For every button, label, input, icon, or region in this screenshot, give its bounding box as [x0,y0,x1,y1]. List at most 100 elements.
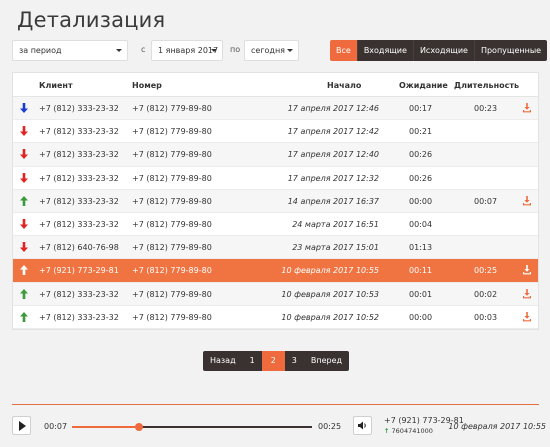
cell-start: 10 февраля 2017 10:53 [281,289,379,299]
download-icon[interactable] [522,102,532,113]
cell-number: +7 (812) 779-89-80 [132,150,212,160]
filter-tab[interactable]: Входящие [357,40,414,61]
table-header: Клиент Номер Начало Ожидание Длительност… [13,73,538,97]
chevron-down-icon [211,49,217,52]
filter-tab[interactable]: Все [330,40,358,61]
pagination-next-button[interactable]: Вперед [303,351,350,371]
cell-start: 17 апреля 2017 12:40 [287,150,379,160]
cell-client: +7 (812) 333-23-32 [39,173,119,183]
cell-number: +7 (812) 779-89-80 [132,289,212,299]
from-date-select[interactable]: 1 января 2017 [151,40,223,61]
cell-wait: 00:04 [409,219,433,229]
table-row[interactable]: +7 (812) 333-23-32 +7 (812) 779-89-80 17 а… [13,97,538,121]
download-icon[interactable] [522,195,532,206]
cell-number: +7 (812) 779-89-80 [132,104,212,113]
cell-client: +7 (812) 333-23-32 [39,289,119,299]
cell-wait: 00:11 [409,266,433,276]
player-divider [12,404,539,405]
cell-number: +7 (812) 779-89-80 [132,312,212,322]
cell-wait: 00:26 [409,150,433,160]
cell-start: 14 апреля 2017 16:37 [287,196,379,206]
pagination-prev-button[interactable]: Назад [203,351,243,371]
volume-button[interactable] [353,416,372,435]
from-date-value: 1 января 2017 [158,46,219,55]
cell-client: +7 (812) 333-23-32 [39,219,119,229]
download-icon[interactable] [522,264,532,275]
to-date-value: сегодня [251,46,285,55]
player-progress-handle[interactable] [135,423,144,431]
pagination-page-2[interactable]: 2 [261,351,285,371]
outgoing-call-icon [19,311,29,323]
outgoing-arrow-icon: ↑ [384,427,390,435]
cell-client: +7 (812) 333-23-32 [39,312,119,322]
player-total-time: 00:25 [318,422,342,431]
to-date-select[interactable]: сегодня [244,40,299,61]
table-row[interactable]: +7 (812) 333-23-32 +7 (812) 779-89-80 17 а… [13,120,538,144]
player-sub-number: 7604741000 [391,427,433,435]
table-row[interactable]: +7 (921) 773-29-81 +7 (812) 779-89-80 10 ф… [13,259,538,283]
from-label: с [141,45,146,54]
audio-player: 00:07 00:25 +7 (921) 773-29-81 ↑ 7604741… [0,410,550,447]
cell-number: +7 (812) 779-89-80 [132,196,212,206]
cell-wait: 00:00 [409,196,433,206]
table-body: +7 (812) 333-23-32 +7 (812) 779-89-80 17 а… [13,97,538,329]
header-duration: Длительность [454,81,520,90]
missed-call-icon [19,125,29,137]
download-icon[interactable] [522,311,532,322]
table-row[interactable]: +7 (812) 333-23-32 +7 (812) 779-89-80 17 а… [13,143,538,167]
cell-start: 24 марта 2017 16:51 [292,219,379,229]
table-row[interactable]: +7 (812) 640-76-98 +7 (812) 779-89-80 23 м… [13,236,538,260]
cell-start: 17 апреля 2017 12:32 [287,173,379,183]
cell-duration: 00:25 [474,266,498,276]
cell-wait: 00:00 [409,312,433,322]
volume-icon [358,421,366,430]
period-select[interactable]: за период [12,40,128,61]
cell-wait: 00:17 [409,104,433,113]
play-button[interactable] [12,416,31,435]
player-progress-track[interactable] [72,423,312,431]
calls-table: Клиент Номер Начало Ожидание Длительност… [12,72,539,330]
missed-call-icon [19,218,29,230]
outgoing-call-icon [19,195,29,207]
cell-client: +7 (812) 333-23-32 [39,104,119,113]
missed-call-icon [19,241,29,253]
cell-number: +7 (812) 779-89-80 [132,266,212,276]
cell-client: +7 (812) 333-23-32 [39,127,119,137]
call-type-filter: Все Входящие Исходящие Пропущенные [330,40,548,61]
missed-call-icon [19,148,29,160]
player-progress-fill [72,426,140,428]
table-row[interactable]: +7 (812) 333-23-32 +7 (812) 779-89-80 10 ф… [13,282,538,306]
cell-wait: 00:01 [409,289,433,299]
table-row[interactable]: +7 (812) 333-23-32 +7 (812) 779-89-80 10 ф… [13,306,538,329]
cell-start: 17 апреля 2017 12:42 [287,127,379,137]
table-row[interactable]: +7 (812) 333-23-32 +7 (812) 779-89-80 24 м… [13,213,538,237]
incoming-call-icon [19,102,29,114]
pagination-page-1[interactable]: 1 [242,351,262,371]
missed-call-icon [19,172,29,184]
header-client: Клиент [39,81,73,90]
player-current-time: 00:07 [44,422,68,431]
cell-start: 10 февраля 2017 10:52 [281,312,379,322]
pagination: Назад 1 2 3 Вперед [203,351,350,371]
cell-duration: 00:07 [474,196,498,206]
cell-client: +7 (812) 333-23-32 [39,150,119,160]
cell-start: 10 февраля 2017 10:55 [281,266,379,276]
page-title: Детализация [17,8,166,32]
cell-number: +7 (812) 779-89-80 [132,127,212,137]
cell-wait: 00:21 [409,127,433,137]
cell-number: +7 (812) 779-89-80 [132,173,212,183]
cell-start: 17 апреля 2017 12:46 [287,104,379,113]
table-row[interactable]: +7 (812) 333-23-32 +7 (812) 779-89-80 17 а… [13,167,538,190]
cell-wait: 00:26 [409,173,433,183]
download-icon[interactable] [522,288,532,299]
filter-tab[interactable]: Пропущенные [474,40,548,61]
filter-tab[interactable]: Исходящие [413,40,475,61]
table-row[interactable]: +7 (812) 333-23-32 +7 (812) 779-89-80 14 а… [13,189,538,213]
header-start: Начало [327,81,362,90]
cell-duration: 00:03 [474,312,498,322]
cell-duration: 00:02 [474,289,498,299]
cell-number: +7 (812) 779-89-80 [132,243,212,253]
pagination-page-3[interactable]: 3 [284,351,304,371]
outgoing-call-icon [19,288,29,300]
chevron-down-icon [116,49,122,52]
